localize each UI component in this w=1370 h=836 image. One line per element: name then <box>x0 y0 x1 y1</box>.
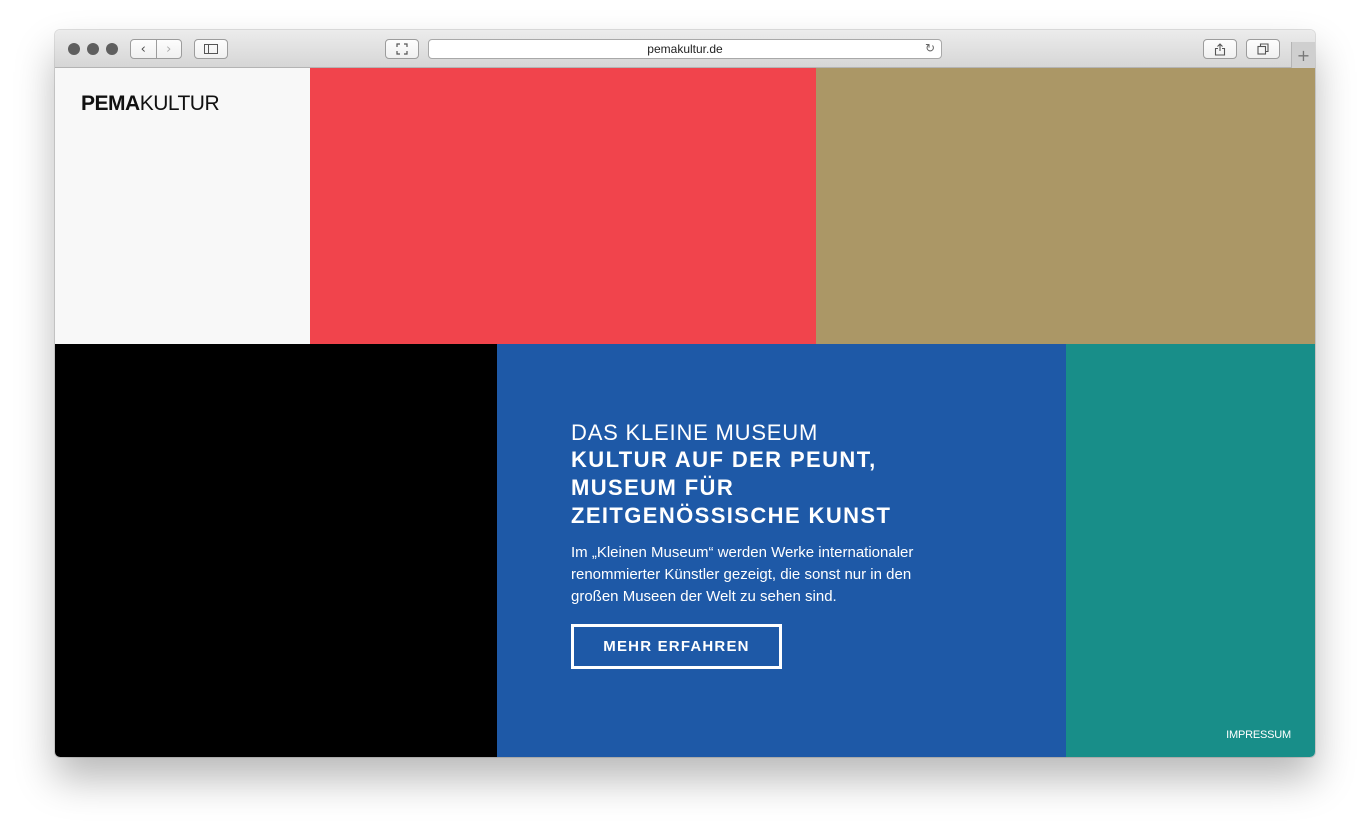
impressum-link[interactable]: IMPRESSUM <box>1226 729 1291 741</box>
browser-toolbar: ‹ › pemakultur.de ↻ + <box>55 30 1315 68</box>
address-bar[interactable]: pemakultur.de ↻ <box>428 39 942 59</box>
fullscreen-button[interactable] <box>385 39 419 59</box>
zoom-window-button[interactable] <box>106 43 118 55</box>
forward-icon[interactable]: › <box>155 40 182 58</box>
hero-title: KULTUR AUF DER PEUNT, MUSEUM FÜR ZEITGEN… <box>571 446 991 530</box>
url-text: pemakultur.de <box>647 42 723 56</box>
share-button[interactable] <box>1203 39 1237 59</box>
black-tile[interactable] <box>55 344 497 757</box>
hero-description-line: Im „Kleinen Museum“ werden Werke interna… <box>571 544 914 561</box>
sidebar-toggle-button[interactable] <box>194 39 228 59</box>
logo-regular: KULTUR <box>139 92 220 115</box>
minimize-window-button[interactable] <box>87 43 99 55</box>
hero-description-line: großen Museen der Welt zu sehen sind. <box>571 588 837 605</box>
page-content: PEMAKULTUR DAS KLEINE MUSEUM KULTUR AUF … <box>55 68 1315 757</box>
site-logo[interactable]: PEMAKULTUR <box>81 92 220 116</box>
mehr-erfahren-button[interactable]: MEHR ERFAHREN <box>571 624 782 669</box>
hero-title-line: MUSEUM FÜR <box>571 475 735 500</box>
hero-tile: DAS KLEINE MUSEUM KULTUR AUF DER PEUNT, … <box>497 344 1066 757</box>
hero-content: DAS KLEINE MUSEUM KULTUR AUF DER PEUNT, … <box>571 420 991 669</box>
hero-kicker: DAS KLEINE MUSEUM <box>571 420 819 445</box>
teal-tile: IMPRESSUM <box>1066 344 1315 757</box>
hero-title-line: ZEITGENÖSSISCHE KUNST <box>571 503 892 528</box>
reload-icon[interactable]: ↻ <box>925 41 935 55</box>
logo-bold: PEMA <box>81 92 140 115</box>
close-window-button[interactable] <box>68 43 80 55</box>
history-navigation: ‹ › <box>130 39 182 59</box>
back-icon[interactable]: ‹ <box>131 40 156 58</box>
red-tile[interactable] <box>310 68 816 344</box>
hero-description: Im „Kleinen Museum“ werden Werke interna… <box>571 542 991 608</box>
sidebar-icon <box>204 44 218 54</box>
gold-tile[interactable] <box>816 68 1315 344</box>
show-tabs-button[interactable] <box>1246 39 1280 59</box>
new-tab-icon[interactable]: + <box>1291 42 1315 68</box>
browser-window: ‹ › pemakultur.de ↻ + PEMAKULTUR DAS KLE… <box>55 30 1315 757</box>
hero-description-line: renommierter Künstler gezeigt, die sonst… <box>571 566 912 583</box>
logo-tile: PEMAKULTUR <box>55 68 310 344</box>
share-icon <box>1214 42 1226 56</box>
tabs-icon <box>1257 43 1269 55</box>
hero-title-line: KULTUR AUF DER PEUNT, <box>571 447 877 472</box>
fullscreen-icon <box>396 43 408 55</box>
